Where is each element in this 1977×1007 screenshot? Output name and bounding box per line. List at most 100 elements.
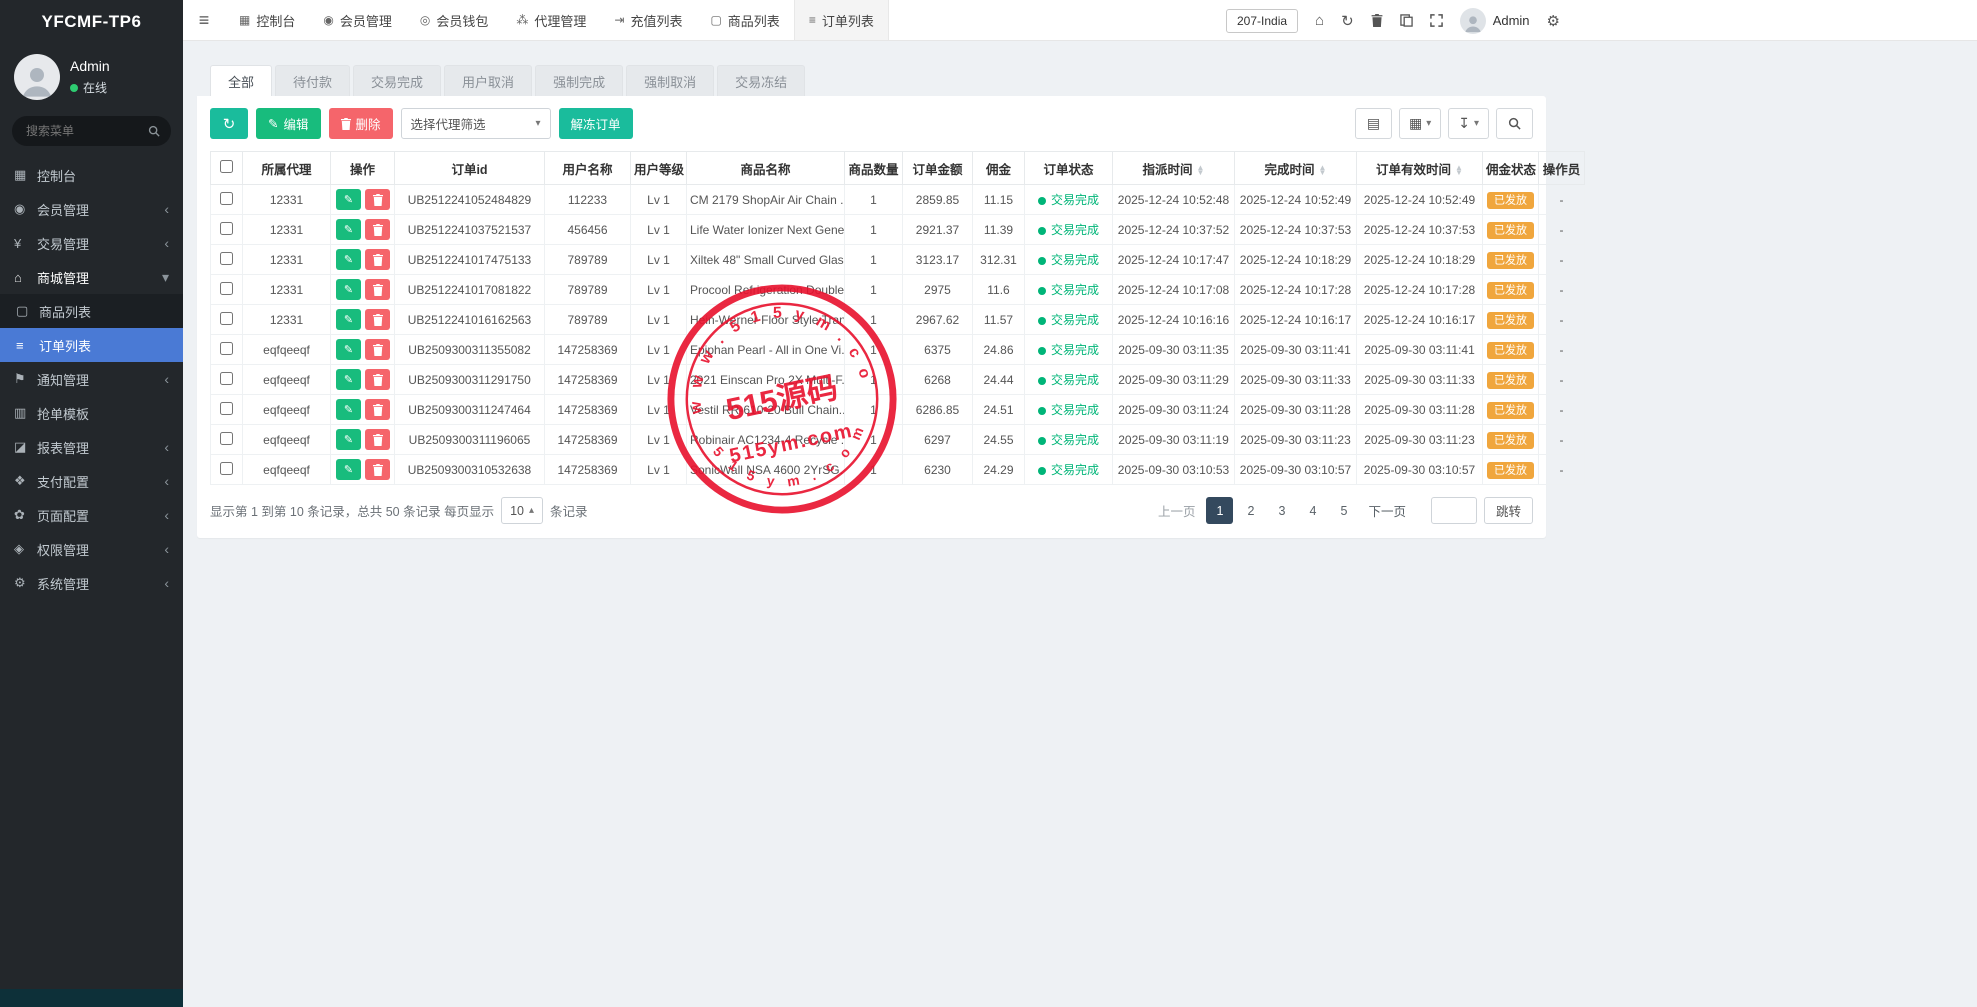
row-edit-button[interactable]: ✎ [336, 249, 361, 270]
tab-user-cancel[interactable]: 用户取消 [444, 65, 532, 96]
sidebar-item-system-manage[interactable]: ⚙系统管理‹ [0, 566, 183, 600]
sidebar-item-auth-manage[interactable]: ◈权限管理‹ [0, 532, 183, 566]
topnav-item-order-list[interactable]: ≡订单列表 [794, 0, 889, 40]
row-delete-button[interactable] [365, 309, 390, 330]
column-header-product-name[interactable]: 商品名称 [687, 152, 845, 185]
row-edit-button[interactable]: ✎ [336, 399, 361, 420]
row-checkbox[interactable] [220, 372, 233, 385]
sidebar-item-trade-manage[interactable]: ¥交易管理‹ [0, 226, 183, 260]
jump-button[interactable]: 跳转 [1484, 497, 1533, 524]
copy-icon[interactable] [1400, 14, 1413, 27]
row-delete-button[interactable] [365, 219, 390, 240]
trash-icon[interactable] [1371, 14, 1383, 27]
gear-icon[interactable]: ⚙ [1547, 12, 1560, 30]
column-header-order-amount[interactable]: 订单金额 [903, 152, 973, 185]
column-header-finish-time[interactable]: 完成时间▲▼ [1235, 152, 1357, 185]
column-header-commission-status[interactable]: 佣金状态 [1483, 152, 1539, 185]
page-size-select[interactable]: 10▴ [501, 497, 543, 524]
tab-frozen[interactable]: 交易冻结 [717, 65, 805, 96]
row-checkbox[interactable] [220, 192, 233, 205]
sort-icon[interactable]: ▲▼ [1455, 165, 1463, 175]
column-header-order-status[interactable]: 订单状态 [1025, 152, 1113, 185]
tab-pending-pay[interactable]: 待付款 [275, 65, 350, 96]
column-header-actions[interactable]: 操作 [331, 152, 395, 185]
row-checkbox[interactable] [220, 342, 233, 355]
sort-icon[interactable]: ▲▼ [1197, 165, 1205, 175]
column-header-order-id[interactable]: 订单id [395, 152, 545, 185]
agent-filter-select[interactable]: 选择代理筛选 ▾ [401, 108, 551, 139]
row-delete-button[interactable] [365, 429, 390, 450]
column-header-assign-time[interactable]: 指派时间▲▼ [1113, 152, 1235, 185]
column-header-user-level[interactable]: 用户等级 [631, 152, 687, 185]
row-delete-button[interactable] [365, 459, 390, 480]
row-edit-button[interactable]: ✎ [336, 459, 361, 480]
fullscreen-icon[interactable] [1430, 14, 1443, 27]
select-all-checkbox[interactable] [220, 160, 233, 173]
row-checkbox[interactable] [220, 432, 233, 445]
row-checkbox[interactable] [220, 462, 233, 475]
export-button[interactable]: ↧▾ [1448, 108, 1489, 139]
topnav-item-member-manage[interactable]: ◉会员管理 [309, 0, 406, 40]
unfreeze-button[interactable]: 解冻订单 [559, 108, 633, 139]
delete-button[interactable]: 删除 [329, 108, 393, 139]
row-checkbox[interactable] [220, 282, 233, 295]
row-edit-button[interactable]: ✎ [336, 309, 361, 330]
column-header-commission[interactable]: 佣金 [973, 152, 1025, 185]
column-header-valid-time[interactable]: 订单有效时间▲▼ [1357, 152, 1483, 185]
refresh-button[interactable]: ↻ [210, 108, 248, 139]
sidebar-item-payment-config[interactable]: ❖支付配置‹ [0, 464, 183, 498]
pagination-page-4[interactable]: 4 [1299, 497, 1326, 524]
row-edit-button[interactable]: ✎ [336, 189, 361, 210]
columns-button[interactable]: ▦▾ [1399, 108, 1441, 139]
sidebar-item-mall-manage[interactable]: ⌂商城管理▾ [0, 260, 183, 294]
pagination-prev[interactable]: 上一页 [1151, 497, 1203, 524]
row-delete-button[interactable] [365, 279, 390, 300]
topnav-item-dashboard[interactable]: ▦控制台 [225, 0, 309, 40]
column-header-username[interactable]: 用户名称 [545, 152, 631, 185]
sidebar-item-member-manage[interactable]: ◉会员管理‹ [0, 192, 183, 226]
admin-menu[interactable]: Admin [1460, 8, 1530, 34]
tab-force-cancel[interactable]: 强制取消 [626, 65, 714, 96]
tab-completed[interactable]: 交易完成 [353, 65, 441, 96]
jump-page-input[interactable] [1431, 497, 1477, 524]
edit-button[interactable]: ✎编辑 [256, 108, 321, 139]
column-header-quantity[interactable]: 商品数量 [845, 152, 903, 185]
tab-force-complete[interactable]: 强制完成 [535, 65, 623, 96]
row-checkbox[interactable] [220, 222, 233, 235]
view-toggle-button[interactable]: ▤ [1355, 108, 1392, 139]
table-search-button[interactable] [1496, 108, 1533, 139]
row-edit-button[interactable]: ✎ [336, 279, 361, 300]
sort-icon[interactable]: ▲▼ [1319, 165, 1327, 175]
row-edit-button[interactable]: ✎ [336, 219, 361, 240]
topnav-item-agent-manage[interactable]: ⁂代理管理 [502, 0, 600, 40]
pagination-next[interactable]: 下一页 [1361, 497, 1413, 524]
column-header-operator[interactable]: 操作员 [1539, 152, 1585, 185]
hamburger-icon[interactable]: ≡ [183, 0, 225, 40]
column-header-agent[interactable]: 所属代理 [243, 152, 331, 185]
avatar[interactable] [14, 54, 60, 100]
sidebar-item-product-list[interactable]: ▢商品列表 [0, 294, 183, 328]
row-delete-button[interactable] [365, 339, 390, 360]
row-checkbox[interactable] [220, 402, 233, 415]
home-icon[interactable]: ⌂ [1315, 12, 1324, 29]
refresh-icon[interactable]: ↻ [1341, 12, 1354, 30]
pagination-page-5[interactable]: 5 [1330, 497, 1357, 524]
row-delete-button[interactable] [365, 399, 390, 420]
sidebar-item-report-manage[interactable]: ◪报表管理‹ [0, 430, 183, 464]
pagination-page-1[interactable]: 1 [1206, 497, 1233, 524]
pagination-page-2[interactable]: 2 [1237, 497, 1264, 524]
sidebar-item-order-list[interactable]: ≡订单列表 [0, 328, 183, 362]
row-checkbox[interactable] [220, 252, 233, 265]
topnav-item-recharge-list[interactable]: ⇥充值列表 [600, 0, 696, 40]
tab-all[interactable]: 全部 [210, 65, 272, 96]
topnav-item-product-list[interactable]: ▢商品列表 [696, 0, 793, 40]
row-edit-button[interactable]: ✎ [336, 369, 361, 390]
search-icon[interactable] [148, 124, 160, 142]
sidebar-item-grab-template[interactable]: ▥抢单模板 [0, 396, 183, 430]
row-delete-button[interactable] [365, 249, 390, 270]
pagination-page-3[interactable]: 3 [1268, 497, 1295, 524]
sidebar-item-notice-manage[interactable]: ⚑通知管理‹ [0, 362, 183, 396]
row-delete-button[interactable] [365, 369, 390, 390]
sidebar-item-page-config[interactable]: ✿页面配置‹ [0, 498, 183, 532]
sidebar-item-dashboard[interactable]: ▦控制台 [0, 158, 183, 192]
